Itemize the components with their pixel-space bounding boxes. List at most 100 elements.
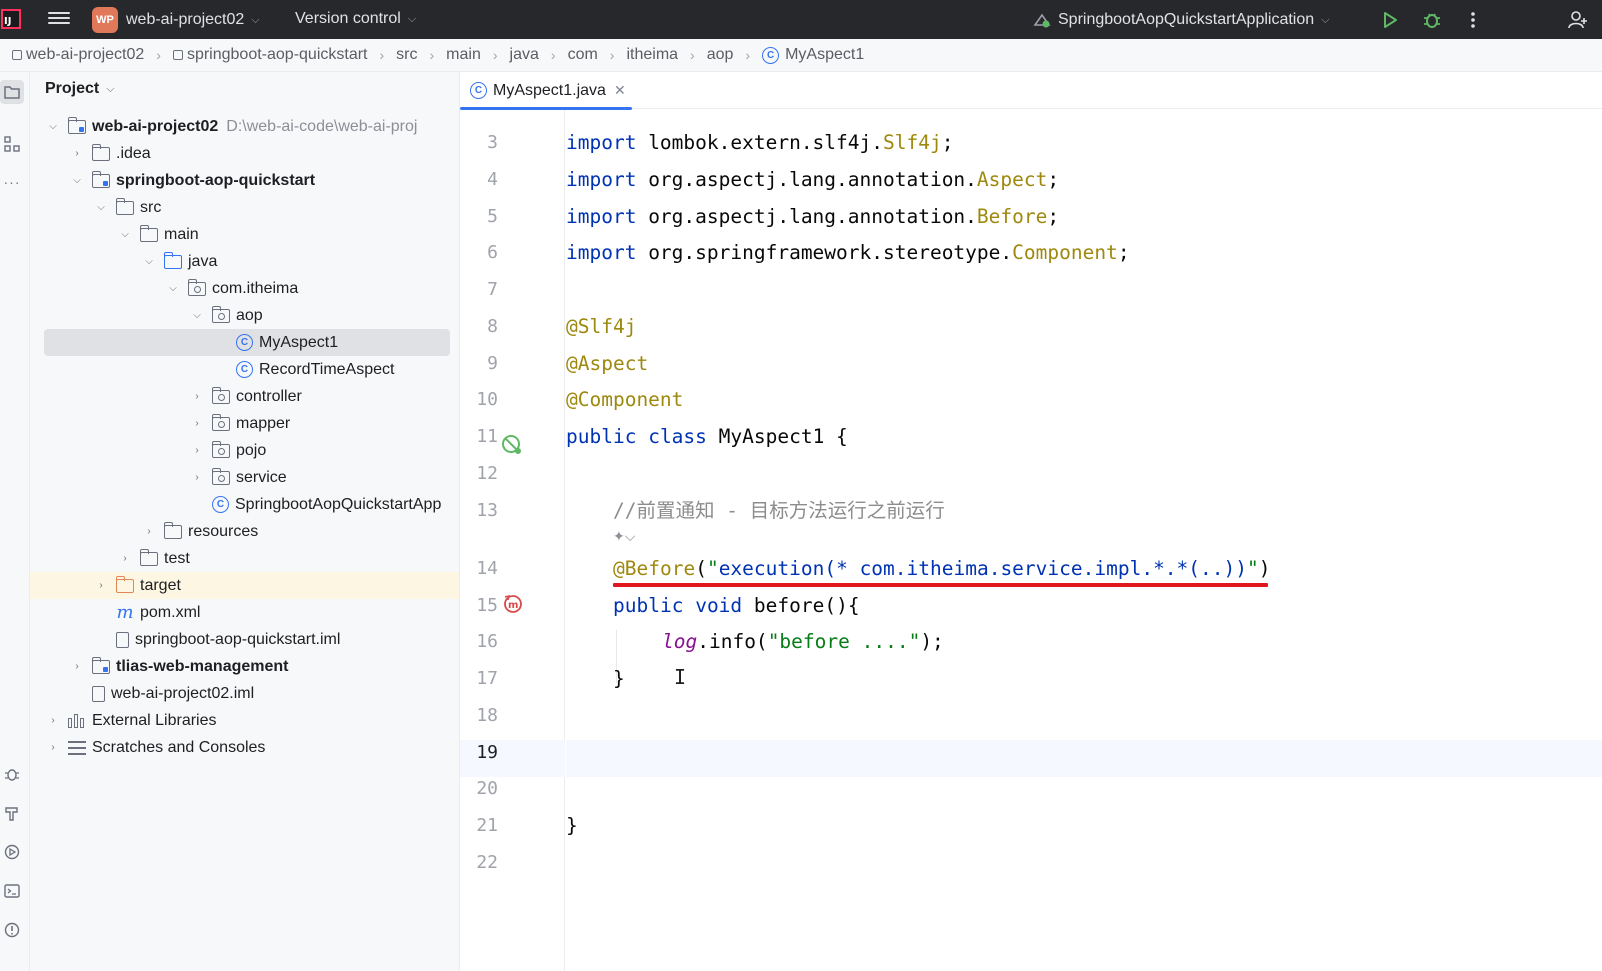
tree-node-java[interactable]: ⌵ java xyxy=(30,248,459,275)
tree-node-controller[interactable]: › controller xyxy=(30,383,459,410)
tree-node-main[interactable]: ⌵ main xyxy=(30,221,459,248)
tree-node-external-libraries[interactable]: › External Libraries xyxy=(30,707,459,734)
tree-node-src[interactable]: ⌵ src xyxy=(30,194,459,221)
code-editor[interactable]: import lombok.extern.slf4j.Slf4j; import… xyxy=(566,110,1602,971)
tree-node-label: RecordTimeAspect xyxy=(259,360,395,378)
tree-node-springboot-aop-quickstart[interactable]: ⌵ springboot-aop-quickstart xyxy=(30,167,459,194)
chevron-right-icon[interactable]: › xyxy=(190,391,204,402)
chevron-down-icon[interactable]: ⌵ xyxy=(142,256,156,267)
line-number: 13 xyxy=(476,500,498,521)
tree-node-mapper[interactable]: › mapper xyxy=(30,410,459,437)
chevron-right-icon[interactable]: › xyxy=(94,580,108,591)
tree-node-project-iml[interactable]: web-ai-project02.iml xyxy=(30,680,459,707)
close-icon[interactable]: ✕ xyxy=(614,82,626,99)
chevron-down-icon[interactable]: ⌵ xyxy=(190,310,204,321)
chevron-right-icon[interactable]: › xyxy=(70,661,84,672)
code-line-6: import org.springframework.stereotype.Co… xyxy=(566,241,1130,264)
chevron-right-icon[interactable]: › xyxy=(142,526,156,537)
chevron-down-icon[interactable]: ⌵ xyxy=(94,202,108,213)
tree-node-service[interactable]: › service xyxy=(30,464,459,491)
breadcrumb-item[interactable]: java xyxy=(510,46,539,64)
build-tool-button[interactable] xyxy=(0,801,24,825)
chevron-right-icon[interactable]: › xyxy=(46,742,60,753)
line-number: 16 xyxy=(476,631,498,652)
more-actions-button[interactable] xyxy=(1461,8,1485,32)
tree-node-springboot-application[interactable]: C SpringbootAopQuickstartApp xyxy=(30,491,459,518)
tree-node-web-ai-project02[interactable]: ⌵ web-ai-project02 D:\web-ai-code\web-ai… xyxy=(30,113,459,140)
tree-node-label: springboot-aop-quickstart xyxy=(116,171,316,189)
problems-tool-button[interactable] xyxy=(0,918,24,942)
breadcrumb-item[interactable]: aop xyxy=(707,46,734,64)
tree-node-label: web-ai-project02 xyxy=(92,117,219,135)
code-line-17: } xyxy=(613,667,625,690)
chevron-down-icon[interactable]: ⌵ xyxy=(166,283,180,294)
file-icon xyxy=(92,685,105,702)
debug-button[interactable] xyxy=(1420,8,1444,32)
tree-node-scratches[interactable]: › Scratches and Consoles xyxy=(30,734,459,761)
tree-node-module-iml[interactable]: springboot-aop-quickstart.iml xyxy=(30,626,459,653)
module-folder-icon xyxy=(91,656,110,674)
breadcrumb-item[interactable]: itheima xyxy=(626,46,678,64)
project-switcher[interactable]: WP web-ai-project02 ⌵ xyxy=(92,7,260,33)
chevron-down-icon[interactable]: ⌵ xyxy=(46,121,60,132)
line-number: 20 xyxy=(476,778,498,799)
chevron-right-icon[interactable]: › xyxy=(118,553,132,564)
tree-node-test[interactable]: › test xyxy=(30,545,459,572)
class-icon: C xyxy=(236,361,253,378)
tree-node-resources[interactable]: › resources xyxy=(30,518,459,545)
ai-assistant-inlay-icon[interactable]: ✦⌵ xyxy=(613,528,635,545)
terminal-tool-button[interactable] xyxy=(0,879,24,903)
project-tool-button[interactable] xyxy=(0,80,24,104)
chevron-right-icon[interactable]: › xyxy=(190,472,204,483)
tree-node-label: pojo xyxy=(236,441,267,459)
intellij-logo-icon[interactable]: IJ xyxy=(0,7,24,31)
breadcrumb-item[interactable]: C MyAspect1 xyxy=(762,46,864,64)
line-number: 3 xyxy=(487,132,498,153)
advised-method-icon[interactable]: m xyxy=(502,593,524,615)
folder-icon xyxy=(115,197,134,215)
tree-node-recordtimeaspect[interactable]: C RecordTimeAspect xyxy=(30,356,459,383)
more-tools-button[interactable]: ··· xyxy=(0,170,24,194)
structure-tool-button[interactable] xyxy=(0,132,24,156)
tree-node-tlias-web-management[interactable]: › tlias-web-management xyxy=(30,653,459,680)
chevron-down-icon[interactable]: ⌵ xyxy=(70,175,84,186)
run-configuration-selector[interactable]: SpringbootAopQuickstartApplication ⌵ xyxy=(1032,8,1330,32)
breadcrumb-item[interactable]: src xyxy=(396,46,417,64)
chevron-right-icon[interactable]: › xyxy=(70,148,84,159)
breadcrumb-item[interactable]: com xyxy=(568,46,598,64)
tree-node-pojo[interactable]: › pojo xyxy=(30,437,459,464)
debug-tool-button[interactable] xyxy=(0,762,24,786)
tree-node-com-itheima[interactable]: ⌵ com.itheima xyxy=(30,275,459,302)
tree-node-aop[interactable]: ⌵ aop xyxy=(30,302,459,329)
chevron-right-icon[interactable]: › xyxy=(46,715,60,726)
package-icon xyxy=(211,386,230,404)
chevron-right-icon: › xyxy=(156,47,161,63)
run-button[interactable] xyxy=(1378,8,1402,32)
main-menu-button[interactable] xyxy=(48,9,70,29)
tree-node-myaspect1[interactable]: C MyAspect1 xyxy=(30,329,459,356)
services-tool-button[interactable] xyxy=(0,840,24,864)
play-icon xyxy=(1384,12,1397,28)
file-icon xyxy=(92,685,105,702)
chevron-right-icon: › xyxy=(429,47,435,63)
folder-icon xyxy=(139,224,158,242)
chevron-right-icon[interactable]: › xyxy=(190,418,204,429)
breadcrumb-label: web-ai-project02 xyxy=(26,46,145,63)
project-view-selector[interactable]: Project ⌵ xyxy=(45,80,115,98)
breadcrumb-item[interactable]: main xyxy=(446,46,481,64)
tree-node-pom-xml[interactable]: m pom.xml xyxy=(30,599,459,626)
version-control-menu[interactable]: Version control ⌵ xyxy=(295,10,416,28)
aspect-advice-icon[interactable] xyxy=(501,434,523,456)
tab-myaspect1-java[interactable]: C MyAspect1.java ✕ xyxy=(460,72,636,110)
tree-node-label: src xyxy=(140,198,162,216)
tree-node-target[interactable]: › target xyxy=(30,572,459,599)
chevron-right-icon[interactable]: › xyxy=(190,445,204,456)
tree-node-idea[interactable]: › .idea xyxy=(30,140,459,167)
line-number: 7 xyxy=(487,279,498,300)
breadcrumb-item[interactable]: springboot-aop-quickstart xyxy=(172,46,368,64)
folder-icon xyxy=(91,143,110,161)
add-user-button[interactable] xyxy=(1566,8,1590,32)
chevron-down-icon: ⌵ xyxy=(407,12,417,25)
chevron-down-icon[interactable]: ⌵ xyxy=(118,229,132,240)
breadcrumb-item[interactable]: web-ai-project02 xyxy=(12,46,144,64)
